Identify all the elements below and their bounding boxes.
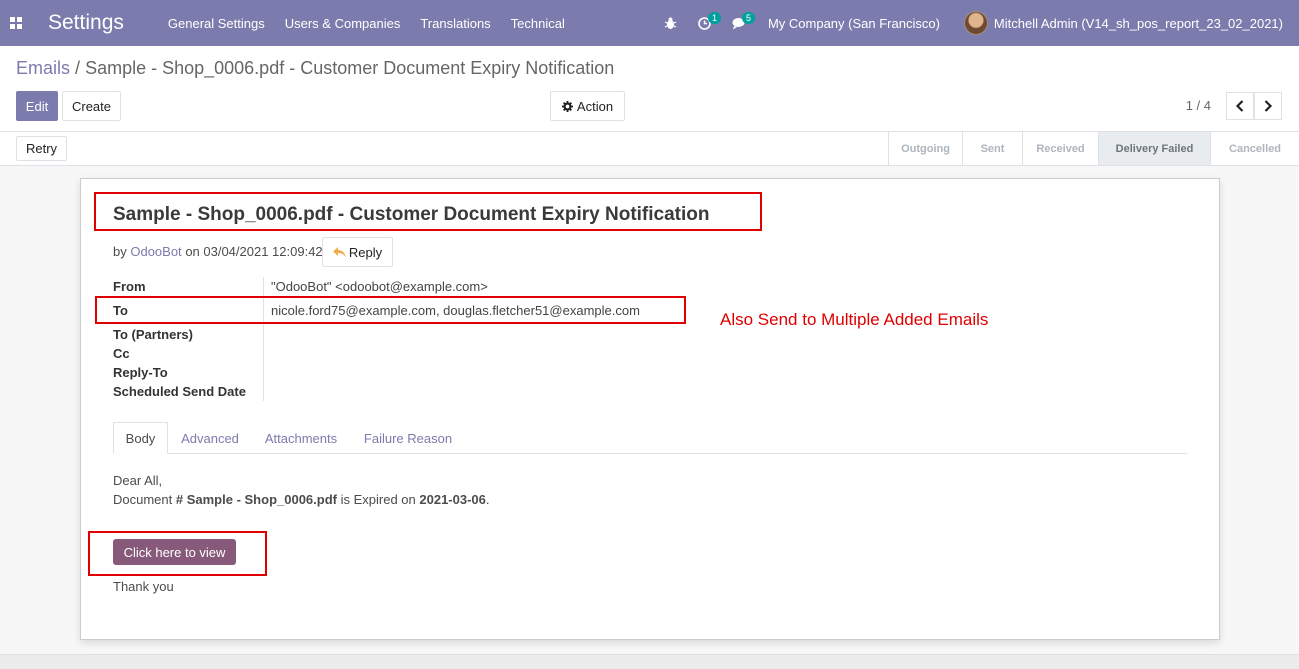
menu-technical[interactable]: Technical [511, 16, 565, 31]
messages-chat-icon[interactable]: 5 [722, 0, 756, 46]
cc-label: Cc [113, 346, 130, 361]
reply-to-label: Reply-To [113, 365, 168, 380]
menu-users-companies[interactable]: Users & Companies [285, 16, 401, 31]
stage-cancelled[interactable]: Cancelled [1210, 132, 1299, 165]
body-document-name: # Sample - Shop_0006.pdf [175, 492, 337, 507]
annotation-box-view-button [88, 531, 267, 576]
body-line-middle: is Expired on [340, 492, 416, 507]
stage-outgoing[interactable]: Outgoing [888, 132, 962, 165]
annotation-box-to [95, 296, 686, 324]
notebook-tabs: Body Advanced Attachments Failure Reason [113, 422, 1187, 454]
stage-sent[interactable]: Sent [962, 132, 1022, 165]
top-navbar: Settings General Settings Users & Compan… [0, 0, 1299, 46]
mail-date: on 03/04/2021 12:09:42 [185, 244, 323, 259]
tab-failure-reason[interactable]: Failure Reason [353, 422, 463, 454]
reply-label: Reply [348, 244, 383, 260]
author-link[interactable]: OdooBot [130, 244, 181, 259]
status-stages: Outgoing Sent Received Delivery Failed C… [888, 132, 1299, 165]
debug-bug-icon[interactable] [654, 0, 688, 46]
to-partners-label: To (Partners) [113, 327, 193, 342]
annotation-text: Also Send to Multiple Added Emails [720, 310, 989, 329]
pager-previous-button[interactable] [1226, 92, 1254, 120]
messages-badge: 5 [741, 12, 755, 24]
retry-button[interactable]: Retry [16, 136, 67, 161]
from-label: From [113, 279, 146, 294]
body-line-prefix: Document [113, 492, 173, 507]
reply-button[interactable]: Reply [322, 237, 393, 267]
menu-translations[interactable]: Translations [420, 16, 490, 31]
tab-body[interactable]: Body [113, 422, 168, 454]
control-panel: Emails / Sample - Shop_0006.pdf - Custom… [0, 46, 1299, 132]
action-button[interactable]: Action [550, 91, 625, 121]
company-switcher[interactable]: My Company (San Francisco) [768, 16, 940, 31]
pager-next-button[interactable] [1254, 92, 1282, 120]
breadcrumb: Emails / Sample - Shop_0006.pdf - Custom… [16, 58, 614, 79]
status-bar: Retry Outgoing Sent Received Delivery Fa… [0, 132, 1299, 166]
create-button[interactable]: Create [62, 91, 121, 121]
annotation-box-subject [94, 192, 762, 231]
breadcrumb-current: Sample - Shop_0006.pdf - Customer Docume… [85, 58, 615, 78]
apps-menu-icon[interactable] [0, 0, 32, 46]
app-title[interactable]: Settings [48, 11, 124, 35]
reply-arrow-icon [332, 246, 346, 257]
mail-meta: by OdooBot on 03/04/2021 12:09:42 [113, 244, 323, 259]
chevron-right-icon [1264, 100, 1273, 112]
menu-general-settings[interactable]: General Settings [168, 16, 265, 31]
from-value: "OdooBot" <odoobot@example.com> [271, 279, 488, 294]
stage-delivery-failed[interactable]: Delivery Failed [1098, 132, 1210, 165]
action-label: Action [576, 98, 614, 114]
by-prefix: by [113, 244, 127, 259]
body-expiry-date: 2021-03-06 [419, 492, 486, 507]
breadcrumb-separator: / [75, 58, 81, 78]
tab-attachments[interactable]: Attachments [253, 422, 349, 454]
activity-badge: 1 [707, 12, 721, 24]
chevron-left-icon [1235, 100, 1244, 112]
body-expiry-line: Document # Sample - Shop_0006.pdf is Exp… [113, 492, 490, 507]
edit-button[interactable]: Edit [16, 91, 58, 121]
gear-icon [561, 100, 573, 112]
stage-received[interactable]: Received [1022, 132, 1098, 165]
body-line-suffix: . [485, 492, 490, 507]
pager-value[interactable]: 1 / 4 [1186, 98, 1211, 113]
user-menu[interactable]: Mitchell Admin (V14_sh_pos_report_23_02_… [963, 11, 1283, 35]
bottom-strip [0, 654, 1299, 669]
user-name: Mitchell Admin (V14_sh_pos_report_23_02_… [993, 15, 1283, 31]
scheduled-send-date-label: Scheduled Send Date [113, 384, 246, 399]
tab-advanced[interactable]: Advanced [171, 422, 249, 454]
body-greeting: Dear All, [113, 473, 163, 488]
activity-clock-icon[interactable]: 1 [688, 0, 722, 46]
body-closing: Thank you [113, 579, 174, 594]
avatar [963, 11, 988, 35]
breadcrumb-emails-link[interactable]: Emails [16, 58, 70, 78]
